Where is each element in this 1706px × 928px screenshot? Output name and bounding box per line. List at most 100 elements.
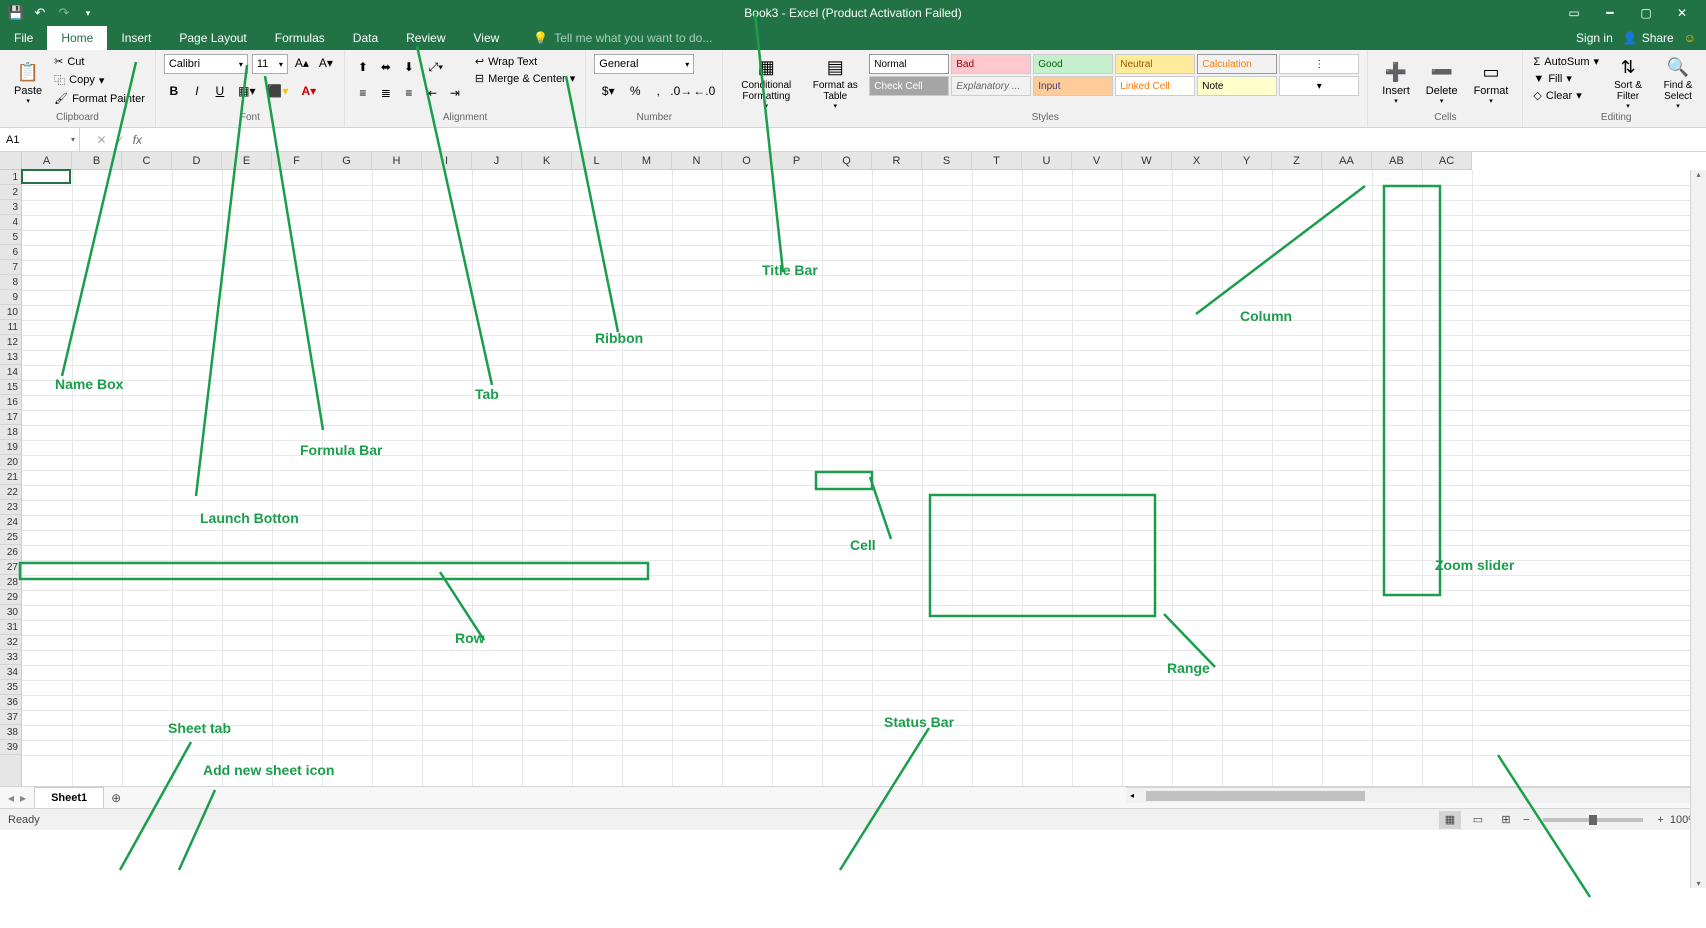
style-bad[interactable]: Bad	[951, 54, 1031, 74]
cancel-formula-icon[interactable]: ✕	[97, 133, 107, 147]
signin-link[interactable]: Sign in	[1576, 31, 1613, 45]
column-header[interactable]: D	[172, 152, 222, 169]
clear-button[interactable]: ◇Clear ▾	[1531, 88, 1601, 103]
share-button[interactable]: 👤 Share	[1623, 31, 1674, 45]
tab-formulas[interactable]: Formulas	[261, 26, 339, 50]
column-header[interactable]: AB	[1372, 152, 1422, 169]
column-header[interactable]: E	[222, 152, 272, 169]
row-header[interactable]: 35	[0, 680, 21, 695]
fill-color-button[interactable]: ⬛▾	[264, 82, 292, 100]
undo-icon[interactable]: ↶	[32, 5, 48, 21]
format-cells-button[interactable]: ▭Format▾	[1468, 54, 1515, 112]
column-header[interactable]: C	[122, 152, 172, 169]
row-header[interactable]: 34	[0, 665, 21, 680]
row-header[interactable]: 4	[0, 215, 21, 230]
column-header[interactable]: Z	[1272, 152, 1322, 169]
column-header[interactable]: O	[722, 152, 772, 169]
row-header[interactable]: 18	[0, 425, 21, 440]
select-all-corner[interactable]	[0, 152, 22, 170]
comma-icon[interactable]: ,	[648, 82, 668, 100]
row-header[interactable]: 3	[0, 200, 21, 215]
vertical-scrollbar[interactable]	[1690, 170, 1706, 888]
column-header[interactable]: W	[1122, 152, 1172, 169]
formula-input[interactable]	[150, 128, 1706, 151]
increase-font-icon[interactable]: A▴	[292, 54, 312, 72]
zoom-in-icon[interactable]: +	[1657, 814, 1663, 826]
row-header[interactable]: 36	[0, 695, 21, 710]
column-header[interactable]: V	[1072, 152, 1122, 169]
zoom-out-icon[interactable]: −	[1523, 814, 1529, 826]
row-header[interactable]: 8	[0, 275, 21, 290]
tab-home[interactable]: Home	[47, 26, 107, 50]
style-gallery-more[interactable]: ⋮	[1279, 54, 1359, 74]
row-header[interactable]: 5	[0, 230, 21, 245]
bold-button[interactable]: B	[164, 82, 184, 100]
orientation-icon[interactable]: ⤢▾	[422, 58, 450, 76]
indent-decrease-icon[interactable]: ⇤	[422, 84, 442, 102]
page-break-view-icon[interactable]: ⊞	[1495, 811, 1517, 829]
style-gallery-expand[interactable]: ▾	[1279, 76, 1359, 96]
fx-icon[interactable]: fx	[133, 133, 142, 147]
insert-cells-button[interactable]: ➕Insert▾	[1376, 54, 1416, 112]
row-header[interactable]: 7	[0, 260, 21, 275]
sheet-prev-icon[interactable]: ◂	[8, 791, 14, 805]
row-header[interactable]: 39	[0, 740, 21, 755]
column-header[interactable]: H	[372, 152, 422, 169]
row-header[interactable]: 20	[0, 455, 21, 470]
column-header[interactable]: AA	[1322, 152, 1372, 169]
row-header[interactable]: 23	[0, 500, 21, 515]
column-header[interactable]: T	[972, 152, 1022, 169]
column-header[interactable]: B	[72, 152, 122, 169]
horizontal-scrollbar[interactable]: ◂ ▸	[1126, 787, 1706, 803]
style-calculation[interactable]: Calculation	[1197, 54, 1277, 74]
column-header[interactable]: Y	[1222, 152, 1272, 169]
normal-view-icon[interactable]: ▦	[1439, 811, 1461, 829]
tab-view[interactable]: View	[460, 26, 514, 50]
increase-decimal-icon[interactable]: .0→	[671, 82, 691, 100]
font-color-button[interactable]: A▾	[295, 82, 323, 100]
column-header[interactable]: A	[22, 152, 72, 169]
style-note[interactable]: Note	[1197, 76, 1277, 96]
align-left-icon[interactable]: ≡	[353, 84, 373, 102]
style-explanatory[interactable]: Explanatory ...	[951, 76, 1031, 96]
qat-dropdown-icon[interactable]: ▾	[80, 5, 96, 21]
row-header[interactable]: 31	[0, 620, 21, 635]
indent-increase-icon[interactable]: ⇥	[445, 84, 465, 102]
row-header[interactable]: 29	[0, 590, 21, 605]
style-neutral[interactable]: Neutral	[1115, 54, 1195, 74]
font-name-select[interactable]: Calibri▾	[164, 54, 248, 74]
autosum-button[interactable]: ΣAutoSum ▾	[1531, 54, 1601, 69]
row-header[interactable]: 10	[0, 305, 21, 320]
row-header[interactable]: 27	[0, 560, 21, 575]
column-header[interactable]: U	[1022, 152, 1072, 169]
enter-formula-icon[interactable]: ✓	[115, 133, 125, 147]
fill-button[interactable]: ▼Fill ▾	[1531, 71, 1601, 86]
tab-review[interactable]: Review	[392, 26, 459, 50]
number-format-select[interactable]: General▾	[594, 54, 694, 74]
smiley-icon[interactable]: ☺	[1684, 31, 1696, 45]
percent-icon[interactable]: %	[625, 82, 645, 100]
save-icon[interactable]: 💾	[8, 5, 24, 21]
column-header[interactable]: F	[272, 152, 322, 169]
conditional-formatting-button[interactable]: ▦ Conditional Formatting▾	[731, 54, 801, 112]
zoom-slider[interactable]	[1543, 818, 1643, 822]
row-header[interactable]: 28	[0, 575, 21, 590]
row-header[interactable]: 25	[0, 530, 21, 545]
style-check-cell[interactable]: Check Cell	[869, 76, 949, 96]
column-header[interactable]: K	[522, 152, 572, 169]
row-header[interactable]: 30	[0, 605, 21, 620]
tab-data[interactable]: Data	[339, 26, 392, 50]
column-header[interactable]: J	[472, 152, 522, 169]
maximize-icon[interactable]: ▢	[1634, 1, 1658, 25]
column-header[interactable]: M	[622, 152, 672, 169]
decrease-font-icon[interactable]: A▾	[316, 54, 336, 72]
add-sheet-button[interactable]: ⊕	[104, 787, 128, 808]
column-header[interactable]: N	[672, 152, 722, 169]
tell-me-search[interactable]: 💡 Tell me what you want to do...	[533, 26, 712, 50]
name-box[interactable]: A1	[0, 128, 80, 151]
underline-button[interactable]: U	[210, 82, 230, 100]
copy-button[interactable]: ⿻Copy ▾	[52, 71, 147, 89]
row-header[interactable]: 12	[0, 335, 21, 350]
column-header[interactable]: P	[772, 152, 822, 169]
column-header[interactable]: S	[922, 152, 972, 169]
